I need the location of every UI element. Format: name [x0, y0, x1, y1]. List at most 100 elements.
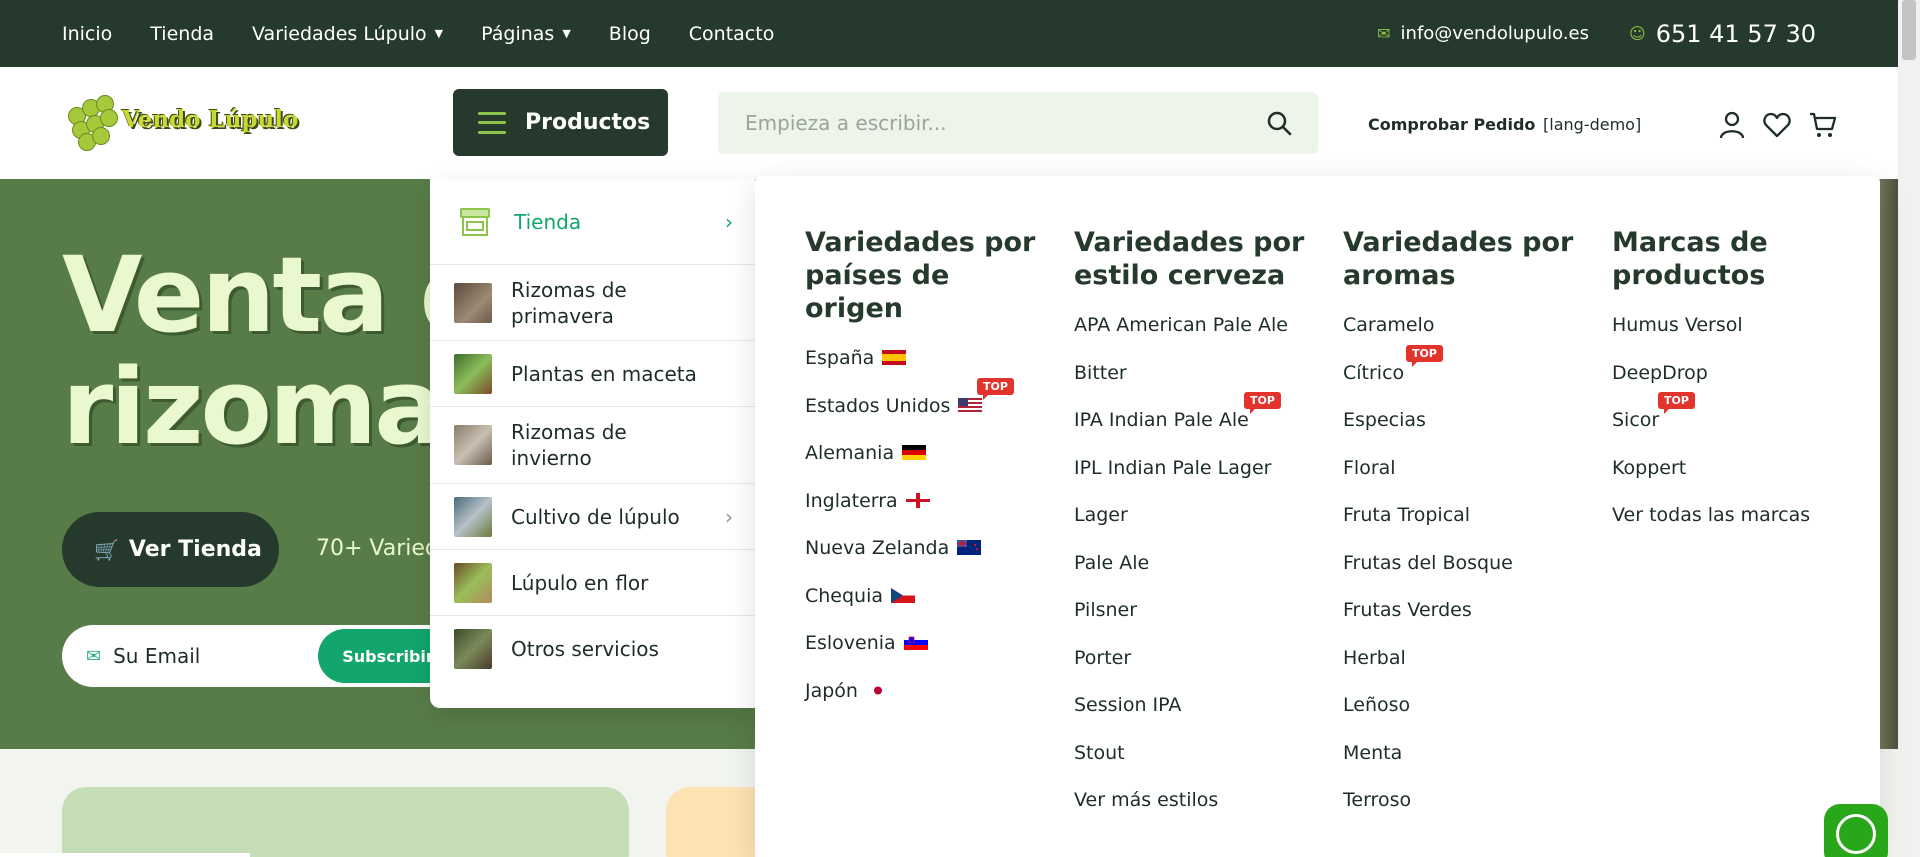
link-label: APA American Pale Ale [1074, 314, 1288, 336]
category-plantas-maceta[interactable]: Plantas en maceta [430, 341, 755, 407]
category-otros-servicios[interactable]: Otros servicios [430, 616, 755, 682]
newsletter-email-input[interactable] [113, 644, 314, 668]
menu-link-menta[interactable]: Menta [1343, 742, 1583, 790]
top-badge: TOP [977, 377, 1014, 400]
link-label: Floral [1343, 456, 1396, 479]
phone-link[interactable]: ☺ 651 41 57 30 [1629, 20, 1816, 48]
chevron-down-icon: ▼ [562, 27, 571, 40]
nav-tienda[interactable]: Tienda [150, 23, 214, 45]
nav-label: Blog [608, 22, 651, 45]
cart-icon: 🛒 [94, 537, 119, 562]
menu-link-caramelo[interactable]: Caramelo [1343, 314, 1583, 362]
chevron-right-icon: › [725, 504, 733, 529]
search-icon[interactable] [1266, 110, 1292, 136]
menu-link-stout[interactable]: Stout [1074, 742, 1314, 790]
column-title: Variedades por estilo cerveza [1074, 227, 1305, 291]
category-label: Cultivo de lúpulo [511, 504, 680, 529]
user-icon[interactable] [1717, 110, 1747, 140]
category-cultivo-lupulo[interactable]: Cultivo de lúpulo › [430, 484, 755, 550]
menu-link-sicor[interactable]: Sicor TOP [1612, 392, 1852, 457]
whatsapp-icon [1836, 814, 1876, 854]
mega-column-aromas: Variedades por aromas Caramelo Cítrico T… [1343, 226, 1583, 837]
link-label: Lager [1074, 504, 1128, 526]
whatsapp-chat-button[interactable] [1824, 804, 1888, 857]
heart-icon[interactable] [1762, 110, 1792, 140]
top-badge: TOP [1658, 392, 1695, 414]
products-menu-button[interactable]: Productos [453, 89, 668, 156]
menu-link-ver-todas-marcas[interactable]: Ver todas las marcas [1612, 504, 1852, 552]
menu-link-japon[interactable]: Japón [805, 680, 1045, 728]
category-rizomas-primavera[interactable]: Rizomas de primavera [430, 265, 755, 341]
top-contact: ✉ info@vendolupulo.es ☺ 651 41 57 30 [1377, 0, 1816, 67]
menu-link-pale-ale[interactable]: Pale Ale [1074, 552, 1314, 600]
chevron-down-icon: ▼ [434, 27, 444, 40]
menu-link-frutas-bosque[interactable]: Frutas del Bosque [1343, 552, 1583, 600]
category-label: Lúpulo en flor [511, 570, 649, 595]
menu-link-humus-versol[interactable]: Humus Versol [1612, 314, 1852, 362]
menu-link-frutas-verdes[interactable]: Frutas Verdes [1343, 599, 1583, 647]
scrollbar-thumb[interactable] [1902, 0, 1916, 60]
site-logo[interactable]: Vendo Lúpulo [64, 87, 298, 151]
menu-link-estados-unidos[interactable]: Estados Unidos TOP [805, 377, 1045, 443]
category-tienda[interactable]: Tienda › [430, 179, 755, 265]
category-thumbnail [454, 496, 492, 537]
menu-link-lenoso[interactable]: Leñoso [1343, 694, 1583, 742]
nav-inicio[interactable]: Inicio [62, 23, 112, 45]
menu-link-alemania[interactable]: Alemania [805, 442, 1045, 490]
nav-contacto[interactable]: Contacto [689, 23, 775, 45]
link-label: Porter [1074, 646, 1132, 669]
phone-text: 651 41 57 30 [1655, 19, 1816, 48]
mail-icon: ✉ [86, 645, 102, 667]
nav-paginas[interactable]: Páginas ▼ [481, 23, 571, 45]
nav-variedades-lupulo[interactable]: Variedades Lúpulo ▼ [252, 23, 443, 45]
menu-link-terroso[interactable]: Terroso [1343, 789, 1583, 837]
email-text: info@vendolupulo.es [1400, 23, 1589, 44]
menu-link-koppert[interactable]: Koppert [1612, 457, 1852, 505]
ver-tienda-button[interactable]: 🛒 Ver Tienda [62, 512, 279, 587]
menu-link-citrico[interactable]: Cítrico TOP [1343, 344, 1583, 410]
link-label: Nueva Zelanda [805, 537, 950, 559]
shop-icon [460, 207, 490, 236]
link-label: Frutas Verdes [1343, 599, 1472, 621]
category-lupulo-flor[interactable]: Lúpulo en flor [430, 550, 755, 616]
category-thumbnail [454, 629, 492, 669]
link-label: Pale Ale [1074, 551, 1150, 574]
chevron-right-icon: › [725, 209, 733, 234]
menu-link-chequia[interactable]: Chequia [805, 585, 1045, 633]
menu-link-inglaterra[interactable]: Inglaterra [805, 490, 1045, 538]
menu-link-pilsner[interactable]: Pilsner [1074, 599, 1314, 647]
menu-link-especias[interactable]: Especias [1343, 409, 1583, 457]
menu-link-apa[interactable]: APA American Pale Ale [1074, 314, 1314, 362]
link-label: Leñoso [1343, 694, 1411, 716]
category-rizomas-invierno[interactable]: Rizomas de invierno [430, 407, 755, 484]
category-thumbnail [454, 562, 492, 603]
menu-link-session-ipa[interactable]: Session IPA [1074, 694, 1314, 742]
england-flag-icon [905, 492, 930, 508]
menu-link-nueva-zelanda[interactable]: Nueva Zelanda [805, 537, 1045, 585]
menu-link-floral[interactable]: Floral [1343, 457, 1583, 505]
menu-link-herbal[interactable]: Herbal [1343, 647, 1583, 695]
menu-link-fruta-tropical[interactable]: Fruta Tropical [1343, 504, 1583, 552]
menu-link-eslovenia[interactable]: Eslovenia [805, 632, 1045, 680]
usa-flag-icon [958, 397, 983, 413]
menu-link-ipa[interactable]: IPA Indian Pale Ale TOP [1074, 392, 1314, 457]
link-label: Herbal [1343, 646, 1406, 669]
menu-link-ver-mas-estilos[interactable]: Ver más estilos [1074, 789, 1314, 837]
page-scrollbar[interactable] [1898, 0, 1920, 857]
link-label: Estados Unidos [805, 394, 951, 417]
email-link[interactable]: ✉ info@vendolupulo.es [1377, 23, 1589, 44]
cart-icon[interactable] [1808, 110, 1838, 140]
language-switcher[interactable]: [lang-demo] [1543, 115, 1641, 134]
link-label: Humus Versol [1612, 314, 1743, 336]
search-input[interactable] [745, 111, 1245, 135]
check-order-link[interactable]: Comprobar Pedido [1368, 115, 1535, 134]
menu-link-lager[interactable]: Lager [1074, 504, 1314, 552]
menu-link-ipl[interactable]: IPL Indian Pale Lager [1074, 457, 1314, 505]
menu-link-deepdrop[interactable]: DeepDrop [1612, 362, 1852, 410]
nav-blog[interactable]: Blog [609, 23, 651, 45]
menu-link-porter[interactable]: Porter [1074, 647, 1314, 695]
promo-card[interactable] [62, 787, 629, 857]
nav-label: Variedades Lúpulo [252, 22, 427, 45]
slovenia-flag-icon [903, 635, 928, 650]
site-header: Vendo Lúpulo Productos Comprobar Pedido … [0, 67, 1898, 179]
